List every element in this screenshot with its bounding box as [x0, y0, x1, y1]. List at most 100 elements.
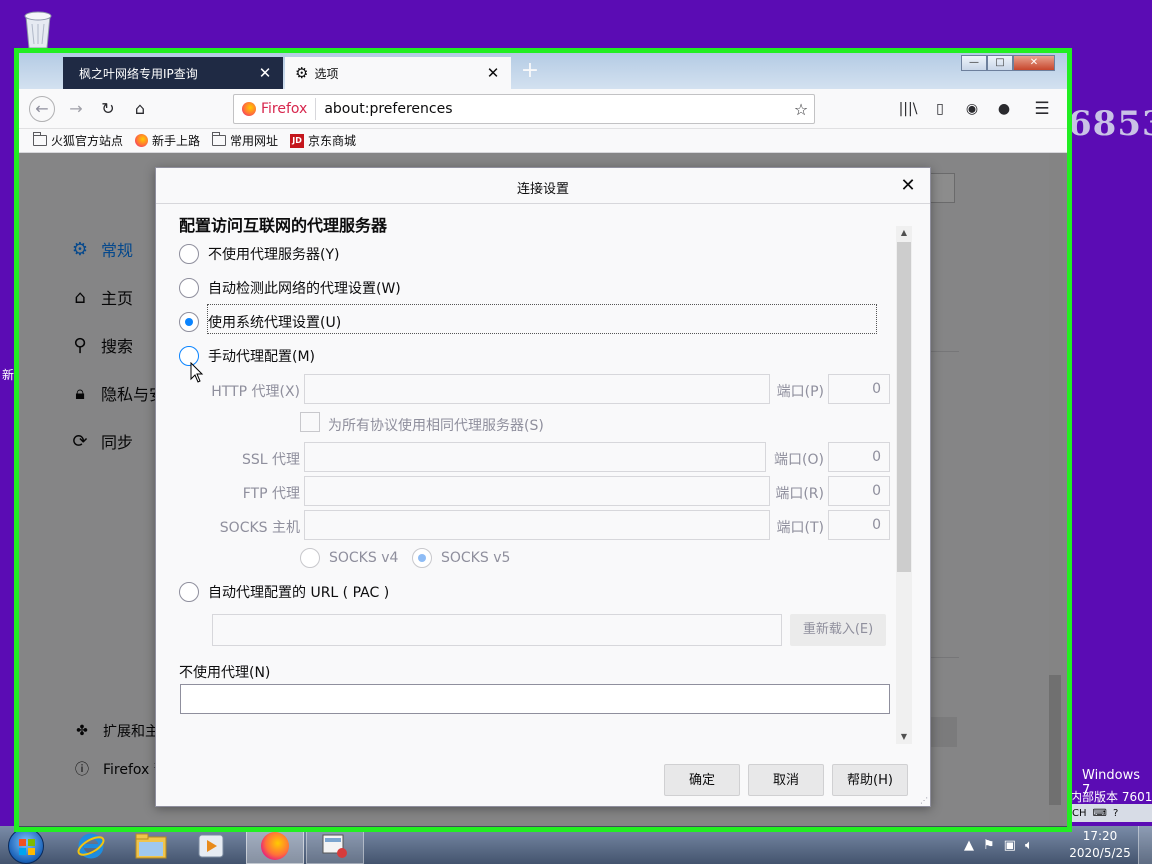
ftp-proxy-input[interactable]	[304, 476, 770, 506]
taskbar-firefox[interactable]	[246, 828, 304, 864]
gear-icon: ⚙	[295, 64, 309, 82]
action-center-flag-icon[interactable]: ⚑	[983, 838, 995, 853]
url-bar[interactable]: Firefox about:preferences ☆	[233, 94, 815, 124]
network-icon[interactable]: ▣	[1004, 838, 1016, 853]
taskbar-internet-explorer[interactable]	[62, 828, 120, 864]
radio-socks-v5[interactable]: SOCKS v5	[412, 548, 510, 568]
bookmarks-toolbar: 火狐官方站点 新手上路 常用网址 JD 京东商城	[19, 129, 1067, 153]
ok-button[interactable]: 确定	[664, 764, 740, 796]
system-tray: ▲ ⚑ ▣ 🔈︎	[964, 826, 1042, 864]
tab-preferences[interactable]: ⚙ 选项 ✕	[285, 57, 511, 89]
radio-button[interactable]	[179, 312, 199, 332]
identity-box[interactable]: Firefox	[234, 98, 317, 120]
ssl-proxy-input[interactable]	[304, 442, 766, 472]
tab-title: 枫之叶网络专用IP查询	[79, 66, 198, 81]
radio-auto-detect[interactable]: 自动检测此网络的代理设置(W)	[179, 278, 401, 298]
dialog-title: 连接设置	[516, 182, 569, 197]
tab-title: 选项	[314, 66, 339, 81]
taskbar-clock[interactable]: 17:20 2020/5/25	[1068, 828, 1132, 862]
sidebar-toggle-icon[interactable]: ▯	[929, 98, 951, 120]
radio-pac-url[interactable]: 自动代理配置的 URL ( PAC )	[179, 582, 389, 602]
forward-button[interactable]: →	[63, 96, 89, 122]
dialog-footer: 确定 取消 帮助(H) ⋰	[156, 748, 930, 806]
http-proxy-label: HTTP 代理(X)	[211, 384, 300, 400]
taskbar-remote-app[interactable]	[306, 828, 364, 864]
new-tab-button[interactable]: +	[519, 59, 541, 83]
chat-icon[interactable]: ●	[993, 98, 1015, 120]
taskbar-file-explorer[interactable]	[122, 828, 180, 864]
radio-label: 自动代理配置的 URL ( PAC )	[208, 585, 390, 601]
tab-ip-query[interactable]: 枫之叶网络专用IP查询 ✕	[63, 57, 283, 89]
maximize-button[interactable]: □	[987, 55, 1013, 71]
radio-label: SOCKS v5	[441, 550, 511, 566]
show-desktop-button[interactable]	[1138, 826, 1152, 864]
dialog-header: 连接设置 ✕	[156, 168, 930, 204]
close-tab-icon[interactable]: ✕	[257, 64, 273, 82]
window-controls: — □ ✕	[961, 55, 1055, 71]
close-tab-icon[interactable]: ✕	[485, 64, 501, 82]
radio-label: 手动代理配置(M)	[208, 349, 316, 365]
radio-button[interactable]	[412, 548, 432, 568]
socks-host-input[interactable]	[304, 510, 770, 540]
identity-label: Firefox	[261, 101, 308, 117]
back-button[interactable]: ←	[29, 96, 55, 122]
tray-expand-icon[interactable]: ▲	[964, 838, 974, 853]
reload-button[interactable]: ↻	[95, 96, 121, 122]
radio-label: 使用系统代理设置(U)	[208, 315, 342, 331]
bookmark-label: 常用网址	[230, 134, 279, 148]
taskbar-media-player[interactable]	[182, 828, 240, 864]
radio-button[interactable]	[179, 244, 199, 264]
cancel-button[interactable]: 取消	[748, 764, 824, 796]
no-proxy-label: 不使用代理(N)	[179, 665, 271, 681]
radio-button[interactable]	[179, 582, 199, 602]
share-proxy-checkbox[interactable]	[300, 412, 320, 432]
reload-pac-button[interactable]: 重新载入(E)	[790, 614, 886, 646]
bookmark-item[interactable]: 新手上路	[135, 132, 200, 149]
ftp-port-label: 端口(R)	[775, 486, 824, 502]
close-icon[interactable]: ✕	[896, 174, 920, 198]
socks-port-input[interactable]: 0	[828, 510, 890, 540]
radio-button[interactable]	[179, 278, 199, 298]
radio-label: 不使用代理服务器(Y)	[208, 247, 340, 263]
socks-host-label: SOCKS 主机	[219, 520, 300, 536]
language-bar[interactable]: CH ⌨ ?	[1070, 804, 1152, 822]
scroll-down-icon[interactable]: ▼	[896, 730, 912, 744]
ssl-port-input[interactable]: 0	[828, 442, 890, 472]
bookmark-item[interactable]: 火狐官方站点	[32, 132, 124, 149]
radio-socks-v4[interactable]: SOCKS v4	[300, 548, 398, 568]
bookmark-label: 新手上路	[152, 134, 201, 148]
media-player-icon	[198, 834, 224, 858]
minimize-button[interactable]: —	[961, 55, 987, 71]
navigation-toolbar: ← → ↻ ⌂ Firefox about:preferences ☆ |||\…	[19, 89, 1067, 129]
folder-icon	[135, 833, 167, 859]
clock-date: 2020/5/25	[1069, 846, 1131, 860]
bookmark-star-icon[interactable]: ☆	[788, 100, 814, 119]
pac-url-input[interactable]	[212, 614, 782, 646]
close-window-button[interactable]: ✕	[1013, 55, 1055, 71]
radio-button[interactable]	[300, 548, 320, 568]
resize-grip-icon[interactable]: ⋰	[920, 796, 930, 806]
radio-no-proxy[interactable]: 不使用代理服务器(Y)	[179, 244, 339, 264]
account-icon[interactable]: ◉	[961, 98, 983, 120]
dialog-scrollbar-thumb[interactable]	[897, 242, 911, 572]
bookmark-label: 火狐官方站点	[51, 134, 124, 148]
help-button[interactable]: 帮助(H)	[832, 764, 908, 796]
url-text[interactable]: about:preferences	[316, 101, 788, 117]
library-icon[interactable]: |||\	[897, 98, 919, 120]
socks-port-label: 端口(T)	[776, 520, 824, 536]
hamburger-menu-icon[interactable]: ☰	[1031, 98, 1053, 120]
keyboard-icon: ⌨	[1092, 807, 1107, 819]
no-proxy-textarea[interactable]	[180, 684, 890, 714]
scroll-up-icon[interactable]: ▲	[896, 226, 912, 240]
recycle-bin-icon[interactable]	[18, 6, 58, 50]
home-button[interactable]: ⌂	[127, 96, 153, 122]
ftp-port-input[interactable]: 0	[828, 476, 890, 506]
windows-logo-icon	[19, 839, 35, 855]
http-port-input[interactable]: 0	[828, 374, 890, 404]
volume-icon[interactable]: 🔈︎	[1025, 838, 1033, 853]
http-proxy-input[interactable]	[304, 374, 770, 404]
bookmark-item[interactable]: JD 京东商城	[290, 132, 356, 149]
start-button[interactable]	[8, 828, 44, 864]
radio-system-proxy[interactable]: 使用系统代理设置(U)	[179, 312, 341, 332]
bookmark-item[interactable]: 常用网址	[211, 132, 279, 149]
